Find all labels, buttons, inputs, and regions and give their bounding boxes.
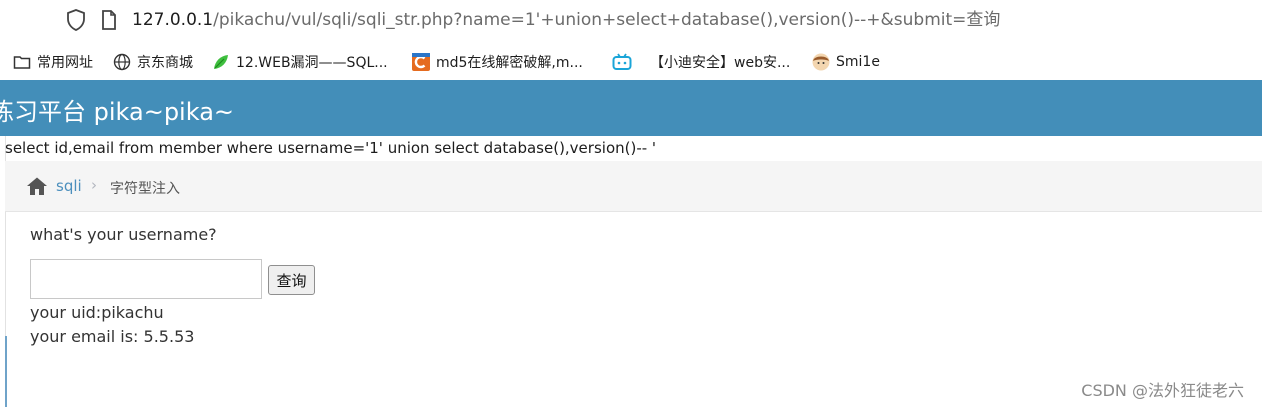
- bookmark-item-xiaodi[interactable]: 【小迪安全】web安...: [612, 52, 790, 72]
- folder-icon: [13, 56, 31, 69]
- home-icon[interactable]: [26, 176, 48, 196]
- bilibili-icon: [612, 53, 632, 70]
- app-title[interactable]: 练习平台 pika~pika~: [0, 92, 234, 127]
- avatar-icon: [812, 53, 830, 71]
- bookmark-item-web-sql[interactable]: 12.WEB漏洞——SQL...: [212, 52, 388, 72]
- bookmark-label: 12.WEB漏洞——SQL...: [236, 55, 388, 71]
- c-logo-icon: [412, 53, 430, 71]
- url-text[interactable]: 127.0.0.1/pikachu/vul/sqli/sqli_str.php?…: [132, 9, 1000, 31]
- page-icon[interactable]: [100, 9, 118, 31]
- bookmark-item-jd[interactable]: 京东商城: [113, 52, 193, 72]
- bookmark-item-smi1e[interactable]: Smi1e: [812, 52, 880, 72]
- sidebar-edge-accent: [5, 336, 7, 407]
- username-input[interactable]: [30, 259, 262, 299]
- bookmarks-bar: 常用网址 京东商城 12.WEB漏洞——SQL... md5在线解密破解,m..…: [0, 42, 1262, 81]
- sql-query-echo: select id,email from member where userna…: [5, 139, 657, 157]
- breadcrumb-separator-icon: ›: [91, 176, 97, 194]
- csdn-watermark: CSDN @法外狂徒老六: [1081, 381, 1244, 400]
- bookmark-label: 京东商城: [137, 55, 193, 71]
- app-header-banner: 练习平台 pika~pika~: [0, 80, 1262, 136]
- shield-icon[interactable]: [66, 9, 86, 31]
- breadcrumb-current: 字符型注入: [110, 181, 180, 197]
- browser-url-bar[interactable]: 127.0.0.1/pikachu/vul/sqli/sqli_str.php?…: [0, 0, 1262, 42]
- leaf-icon: [214, 55, 228, 69]
- breadcrumb: sqli › 字符型注入: [5, 161, 1262, 212]
- bookmark-label: Smi1e: [836, 54, 880, 70]
- bookmark-item-md5[interactable]: md5在线解密破解,m...: [412, 52, 583, 72]
- bookmark-item-changyong[interactable]: 常用网址: [13, 52, 93, 72]
- bookmark-label: md5在线解密破解,m...: [436, 55, 583, 71]
- result-email: your email is: 5.5.53: [30, 327, 195, 346]
- url-host: 127.0.0.1: [132, 10, 214, 30]
- url-path: /pikachu/vul/sqli/sqli_str.php?name=1'+u…: [213, 10, 1001, 30]
- bookmark-label: 常用网址: [37, 55, 93, 71]
- username-question: what's your username?: [30, 225, 217, 244]
- globe-icon: [113, 53, 131, 71]
- result-uid: your uid:pikachu: [30, 303, 164, 322]
- bookmark-label: 【小迪安全】web安...: [650, 55, 791, 71]
- breadcrumb-link-sqli[interactable]: sqli: [56, 177, 82, 195]
- query-submit-button[interactable]: 查询: [268, 265, 315, 295]
